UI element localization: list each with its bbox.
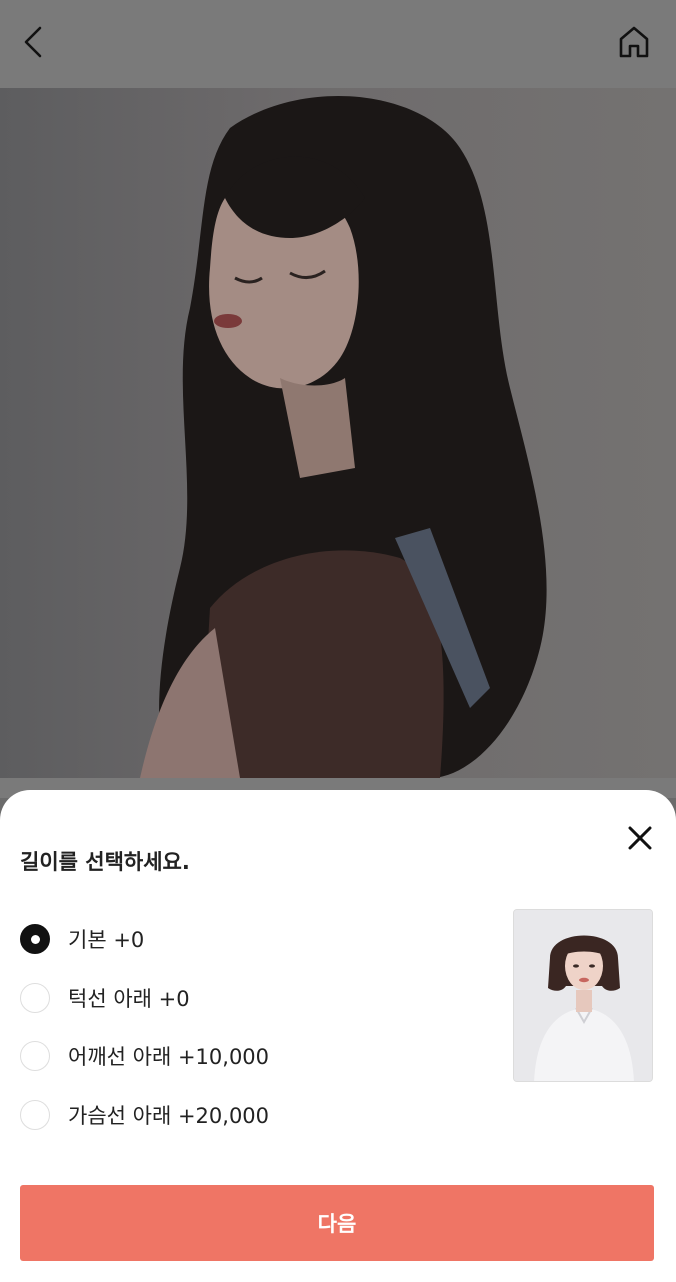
length-preview-image: [513, 909, 653, 1082]
option-label: 어깨선 아래 +10,000: [68, 1045, 270, 1070]
back-button[interactable]: [14, 22, 54, 62]
length-option-shoulder[interactable]: 어깨선 아래 +10,000: [20, 1027, 269, 1086]
close-icon: [628, 826, 652, 850]
option-label: 기본 +0: [68, 928, 145, 953]
length-option-jawline[interactable]: 턱선 아래 +0: [20, 969, 269, 1028]
close-button[interactable]: [622, 820, 658, 856]
top-bar: [0, 0, 676, 88]
length-option-sheet: 길이를 선택하세요. 기본 +0 턱선 아래 +0 어깨선 아래 +10,000…: [0, 790, 676, 1282]
product-photo: [0, 88, 676, 778]
length-options: 기본 +0 턱선 아래 +0 어깨선 아래 +10,000 가슴선 아래 +20…: [20, 910, 269, 1144]
home-button[interactable]: [614, 22, 654, 62]
radio-button[interactable]: [20, 1099, 50, 1130]
chevron-left-icon: [24, 26, 42, 58]
next-button[interactable]: 다음: [20, 1185, 654, 1261]
home-icon: [619, 26, 649, 58]
radio-button[interactable]: [20, 982, 50, 1013]
option-label: 턱선 아래 +0: [68, 986, 190, 1011]
option-label: 가슴선 아래 +20,000: [68, 1103, 270, 1128]
length-option-chest[interactable]: 가슴선 아래 +20,000: [20, 1086, 269, 1145]
radio-button[interactable]: [20, 924, 50, 955]
length-option-basic[interactable]: 기본 +0: [20, 910, 269, 969]
radio-button[interactable]: [20, 1041, 50, 1072]
sheet-title: 길이를 선택하세요.: [20, 850, 190, 874]
